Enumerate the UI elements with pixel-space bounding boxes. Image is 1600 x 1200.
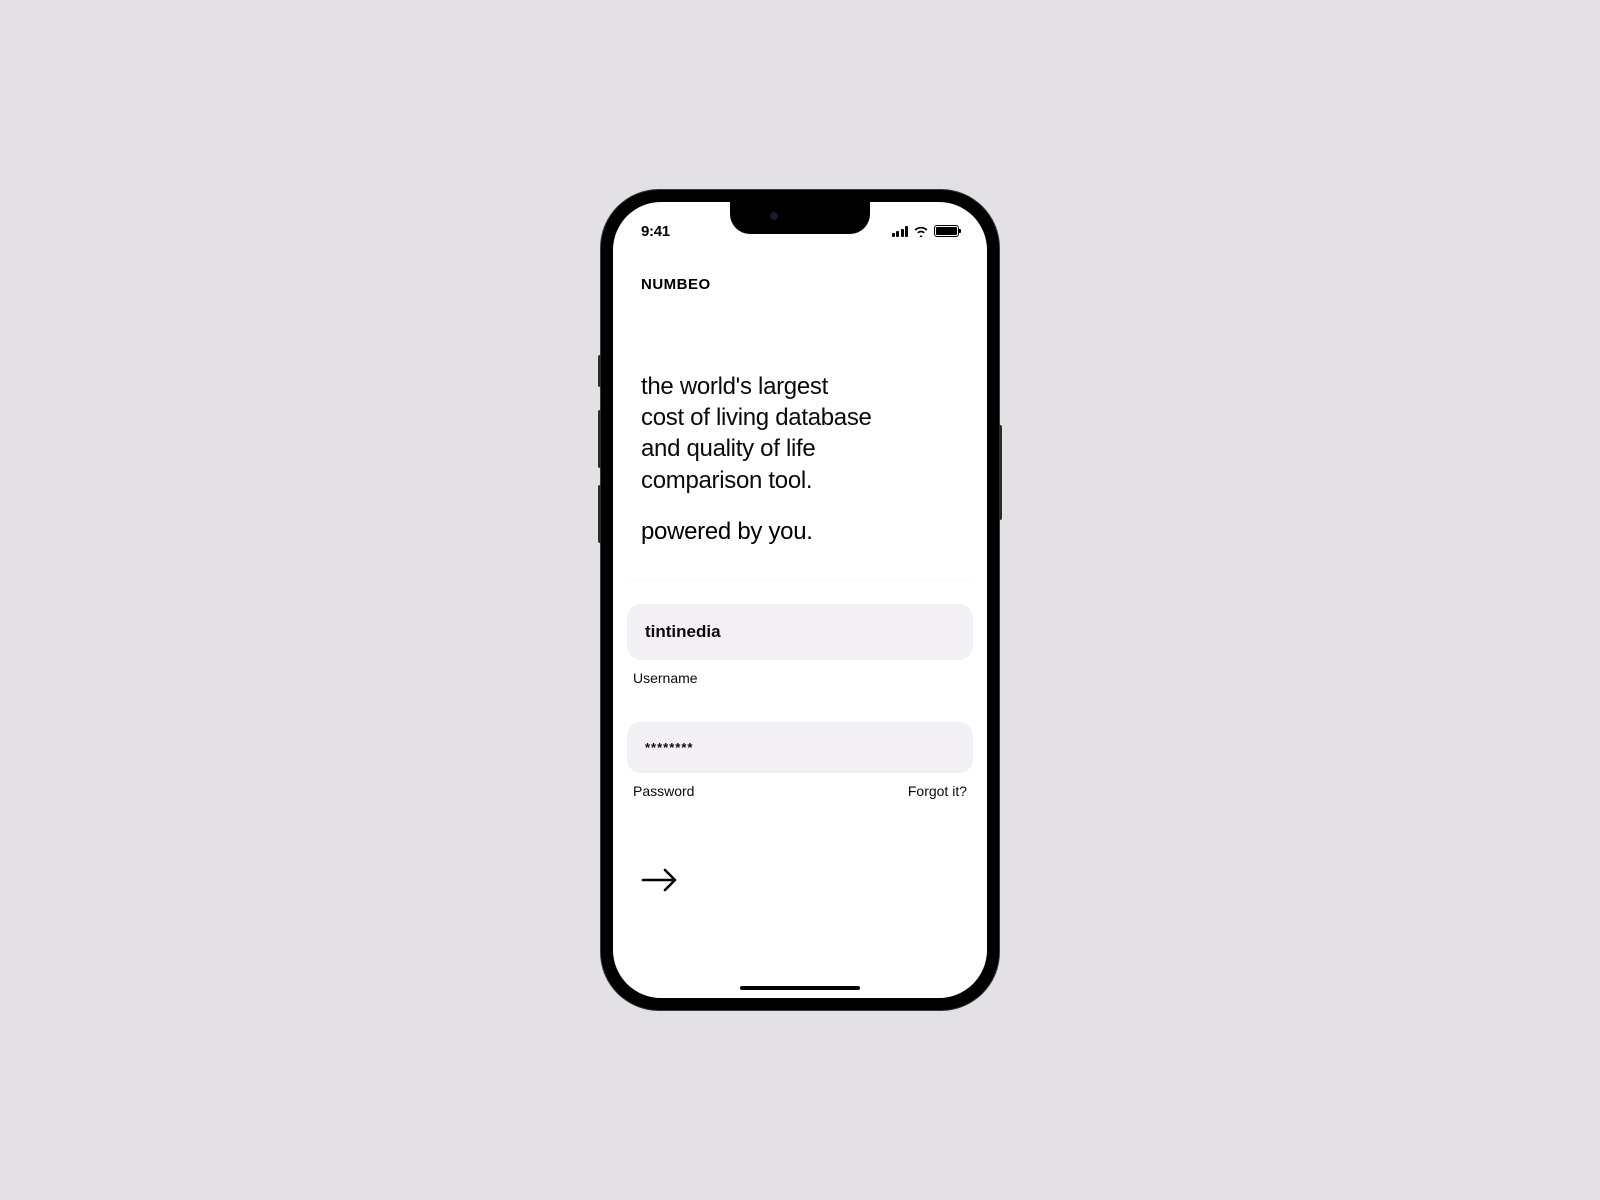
phone-device-frame: 9:41 NUMBEO the world's largest cost of … xyxy=(601,190,999,1010)
battery-icon xyxy=(934,225,959,237)
submit-area xyxy=(613,835,987,930)
volume-up-button xyxy=(598,410,601,468)
submit-button[interactable] xyxy=(641,867,679,896)
mute-switch xyxy=(598,355,601,387)
status-icons xyxy=(892,225,960,237)
hero-line: and quality of life xyxy=(641,433,959,464)
username-input[interactable] xyxy=(627,604,973,660)
username-group: Username xyxy=(613,604,987,686)
volume-down-button xyxy=(598,485,601,543)
arrow-right-icon xyxy=(641,867,679,893)
hero-line: comparison tool. xyxy=(641,465,959,496)
wifi-icon xyxy=(913,225,929,237)
password-group: Password Forgot it? xyxy=(613,722,987,799)
cellular-signal-icon xyxy=(892,226,909,237)
password-label: Password xyxy=(633,783,694,799)
brand-logo: NUMBEO xyxy=(641,276,959,293)
hero-line: the world's largest xyxy=(641,371,959,402)
screen: 9:41 NUMBEO the world's largest cost of … xyxy=(613,202,987,998)
forgot-password-link[interactable]: Forgot it? xyxy=(908,783,967,799)
hero-tagline: powered by you. xyxy=(641,518,959,546)
power-button xyxy=(999,425,1002,520)
hero-line: cost of living database xyxy=(641,402,959,433)
username-label: Username xyxy=(633,670,698,686)
password-input[interactable] xyxy=(627,722,973,773)
hero-headline: the world's largest cost of living datab… xyxy=(641,371,959,496)
device-notch xyxy=(730,202,870,234)
login-form: Username Password Forgot it? xyxy=(613,580,987,799)
content-area: NUMBEO the world's largest cost of livin… xyxy=(613,246,987,546)
status-time: 9:41 xyxy=(641,223,670,240)
home-indicator[interactable] xyxy=(740,986,860,990)
